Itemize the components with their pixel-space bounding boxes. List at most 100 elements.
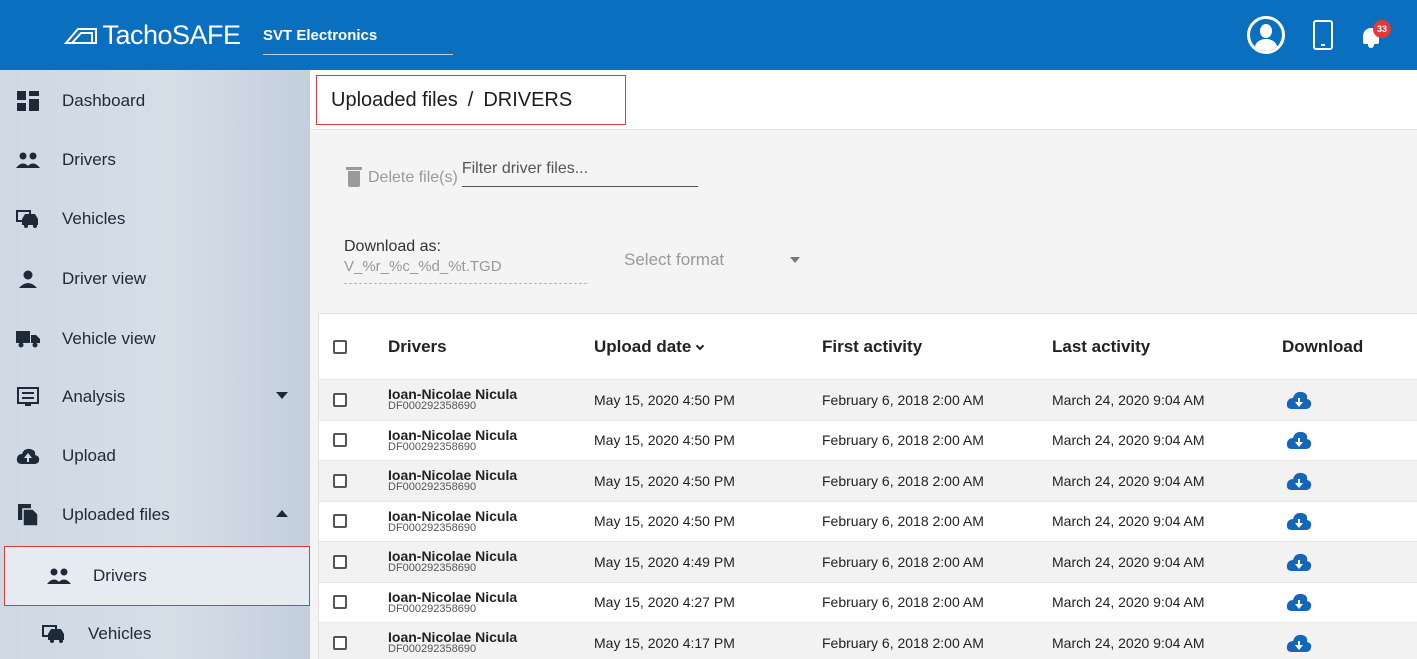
- driver-card-id: DF000292358690: [388, 400, 477, 413]
- driver-name: Ioan-Nicolae Nicula: [388, 629, 518, 646]
- notification-count-badge: 33: [1373, 20, 1391, 38]
- upload-date: May 15, 2020 4:50 PM: [594, 432, 735, 449]
- driver-name: Ioan-Nicolae Nicula: [388, 548, 518, 565]
- first-activity: February 6, 2018 2:00 AM: [822, 432, 984, 449]
- brand-logo[interactable]: TachoSAFE: [0, 0, 305, 70]
- notifications-bell-icon[interactable]: 33: [1361, 20, 1391, 50]
- cloud-download-icon[interactable]: [1286, 430, 1312, 450]
- sidebar-subitem-drivers[interactable]: Drivers: [4, 546, 310, 606]
- column-header-upload-date[interactable]: Upload date: [594, 337, 822, 357]
- driver-files-table: Drivers Upload date First activity Last …: [318, 313, 1417, 659]
- files-icon: [16, 504, 40, 526]
- column-header-download: Download: [1282, 336, 1364, 356]
- download-as-label: Download as:: [344, 238, 441, 255]
- sidebar-item-label: Drivers: [93, 566, 147, 585]
- brand-name: TachoSAFE: [102, 19, 241, 50]
- first-activity: February 6, 2018 2:00 AM: [822, 513, 984, 530]
- sidebar-item-upload[interactable]: Upload: [0, 427, 310, 485]
- upload-date: May 15, 2020 4:49 PM: [594, 553, 735, 570]
- truck-logo-icon: [64, 28, 98, 44]
- file-toolbar: Delete file(s): [346, 160, 698, 187]
- column-header-drivers[interactable]: Drivers: [364, 337, 594, 357]
- row-checkbox[interactable]: [333, 635, 347, 650]
- car-icon: [42, 623, 66, 645]
- download-as-field[interactable]: Download as: V_%r_%c_%d_%t.TGD: [344, 238, 587, 284]
- user-avatar-icon[interactable]: [1247, 16, 1285, 54]
- filter-driver-files-input[interactable]: [461, 160, 698, 187]
- cloud-download-icon[interactable]: [1286, 511, 1312, 531]
- table-row[interactable]: Ioan-Nicolae Nicula DF000292358690 May 15…: [319, 542, 1417, 583]
- upload-date: May 15, 2020 4:50 PM: [594, 391, 735, 408]
- person-icon: [16, 268, 40, 290]
- dashboard-icon: [16, 90, 40, 112]
- sidebar-item-analysis[interactable]: Analysis: [0, 368, 310, 426]
- driver-card-id: DF000292358690: [388, 602, 477, 615]
- driver-card-id: DF000292358690: [388, 643, 477, 656]
- sidebar-item-label: Analysis: [62, 387, 126, 406]
- select-all-checkbox[interactable]: [333, 339, 347, 354]
- mobile-device-icon[interactable]: [1313, 20, 1333, 50]
- cloud-upload-icon: [16, 445, 40, 467]
- sidebar-item-uploaded-files[interactable]: Uploaded files: [0, 486, 310, 544]
- sidebar-item-drivers[interactable]: Drivers: [0, 131, 310, 189]
- row-checkbox[interactable]: [333, 514, 347, 529]
- company-selector[interactable]: SVT Electronics: [263, 27, 453, 55]
- cloud-download-icon[interactable]: [1286, 633, 1312, 653]
- delete-files-button[interactable]: Delete file(s): [368, 169, 458, 187]
- row-checkbox[interactable]: [333, 392, 347, 407]
- table-row[interactable]: Ioan-Nicolae Nicula DF000292358690 May 15…: [319, 583, 1417, 623]
- sidebar-item-driver-view[interactable]: Driver view: [0, 250, 310, 308]
- last-activity: March 24, 2020 9:04 AM: [1052, 634, 1205, 651]
- cloud-download-icon[interactable]: [1286, 390, 1312, 410]
- sidebar-item-label: Upload: [62, 446, 116, 465]
- driver-card-id: DF000292358690: [388, 440, 477, 453]
- last-activity: March 24, 2020 9:04 AM: [1052, 432, 1205, 449]
- sidebar-item-vehicle-view[interactable]: Vehicle view: [0, 310, 310, 368]
- table-row[interactable]: Ioan-Nicolae Nicula DF000292358690 May 15…: [319, 380, 1417, 421]
- breadcrumb: Uploaded files / DRIVERS: [316, 75, 626, 125]
- cloud-download-icon[interactable]: [1286, 592, 1312, 612]
- upload-date: May 15, 2020 4:50 PM: [594, 472, 735, 489]
- truck-icon: [16, 328, 40, 350]
- table-row[interactable]: Ioan-Nicolae Nicula DF000292358690 May 15…: [319, 502, 1417, 542]
- sidebar-item-dashboard[interactable]: Dashboard: [0, 72, 310, 130]
- row-checkbox[interactable]: [333, 595, 347, 610]
- people-icon: [16, 149, 40, 171]
- driver-name: Ioan-Nicolae Nicula: [388, 467, 518, 484]
- chevron-down-icon[interactable]: [276, 392, 288, 399]
- row-checkbox[interactable]: [333, 433, 347, 448]
- column-header-first-activity[interactable]: First activity: [822, 337, 1052, 357]
- cloud-download-icon[interactable]: [1286, 552, 1312, 572]
- upload-date: May 15, 2020 4:50 PM: [594, 513, 735, 530]
- driver-name: Ioan-Nicolae Nicula: [388, 426, 518, 443]
- cloud-download-icon[interactable]: [1286, 471, 1312, 491]
- row-checkbox[interactable]: [333, 473, 347, 488]
- sidebar-item-label: Dashboard: [62, 91, 146, 110]
- table-body: Ioan-Nicolae Nicula DF000292358690 May 15…: [319, 380, 1417, 659]
- driver-name: Ioan-Nicolae Nicula: [388, 507, 518, 524]
- row-checkbox[interactable]: [333, 554, 347, 569]
- sidebar-item-label: Drivers: [62, 150, 116, 169]
- sort-desc-icon: [696, 341, 705, 350]
- breadcrumb-section[interactable]: Uploaded files: [331, 89, 458, 112]
- sidebar: Dashboard Drivers Vehicles Driver view V…: [0, 70, 310, 659]
- sidebar-item-vehicles[interactable]: Vehicles: [0, 190, 310, 248]
- sidebar-item-label: Driver view: [62, 269, 147, 288]
- column-header-label: Upload date: [594, 336, 692, 356]
- table-row[interactable]: Ioan-Nicolae Nicula DF000292358690 May 15…: [319, 421, 1417, 461]
- sidebar-item-label: Vehicles: [62, 209, 126, 228]
- table-header: Drivers Upload date First activity Last …: [319, 314, 1417, 380]
- table-row[interactable]: Ioan-Nicolae Nicula DF000292358690 May 15…: [319, 623, 1417, 659]
- sidebar-item-label: Uploaded files: [62, 505, 170, 524]
- sidebar-subitem-vehicles[interactable]: Vehicles: [0, 605, 310, 659]
- breadcrumb-page: DRIVERS: [483, 88, 573, 111]
- first-activity: February 6, 2018 2:00 AM: [822, 391, 984, 408]
- column-header-last-activity[interactable]: Last activity: [1052, 337, 1282, 357]
- table-row[interactable]: Ioan-Nicolae Nicula DF000292358690 May 15…: [319, 461, 1417, 502]
- sidebar-item-label: Vehicle view: [62, 329, 156, 348]
- driver-name: Ioan-Nicolae Nicula: [388, 386, 518, 403]
- format-select[interactable]: Select format: [624, 250, 824, 270]
- chevron-up-icon[interactable]: [276, 510, 288, 517]
- dropdown-arrow-icon: [790, 257, 801, 263]
- trash-icon[interactable]: [346, 167, 362, 187]
